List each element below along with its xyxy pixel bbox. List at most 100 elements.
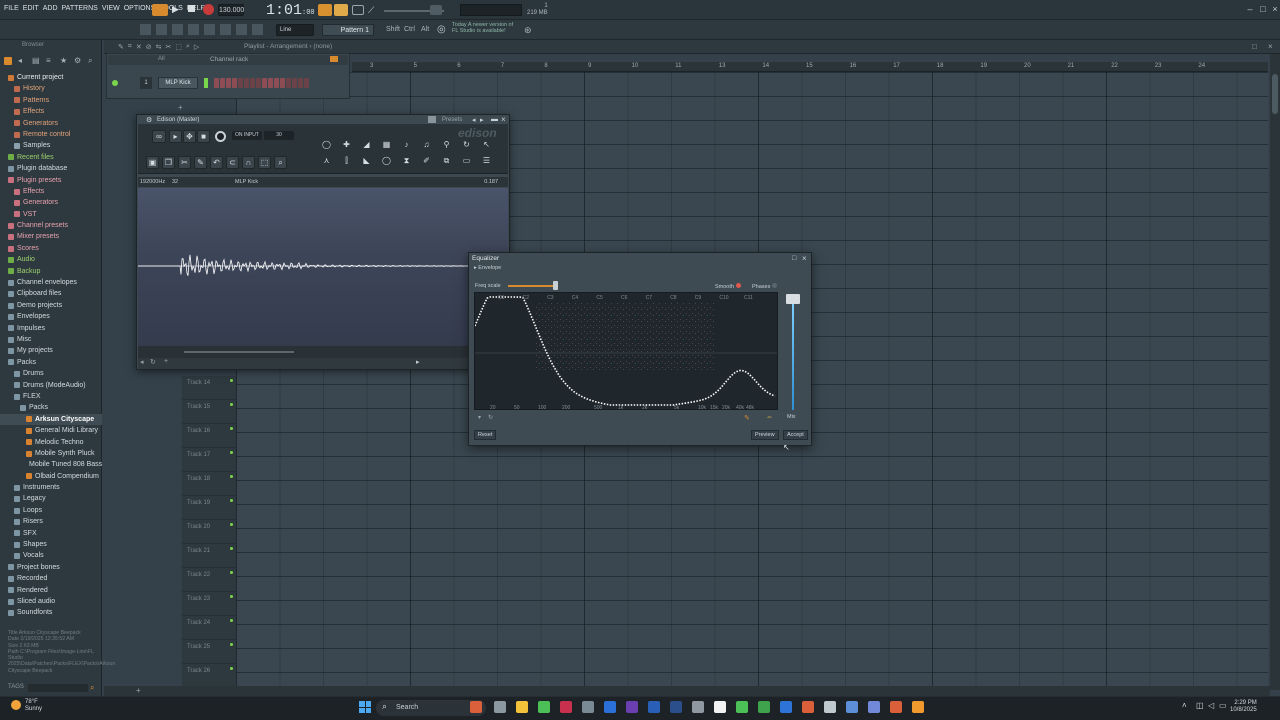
accept-button[interactable]: Accept: [783, 430, 808, 440]
browser-item[interactable]: Plugin presets: [0, 175, 102, 186]
step-button[interactable]: [244, 78, 249, 88]
select-all-icon[interactable]: ⬚: [258, 156, 271, 169]
browser-item[interactable]: Project bones: [0, 562, 102, 573]
step-button[interactable]: [298, 78, 303, 88]
drag-icon[interactable]: ⊂: [226, 156, 239, 169]
browser-settings-icon[interactable]: ⚙: [74, 57, 82, 65]
edison-loop-icon[interactable]: ∞: [152, 130, 166, 143]
zoom-tool-icon[interactable]: ⌕: [186, 43, 190, 51]
browser-item[interactable]: Mobile Synth Pluck: [0, 448, 102, 459]
tray-chevron-icon[interactable]: ˄: [1182, 701, 1187, 710]
browser-item[interactable]: Drums: [0, 368, 102, 379]
track-header[interactable]: Track 18: [182, 472, 236, 496]
tags-search-input[interactable]: [28, 684, 88, 692]
step-button[interactable]: [304, 78, 309, 88]
edison-loop-icon[interactable]: ◯: [380, 155, 393, 168]
scroll-right-icon[interactable]: ▸: [416, 358, 420, 366]
taskbar-clock[interactable]: 2:29 PM 10/8/2025: [1230, 700, 1257, 714]
edison-copy-icon[interactable]: ⧉: [440, 155, 453, 168]
browser-item[interactable]: FLEX: [0, 391, 102, 402]
edison-presets[interactable]: Presets: [442, 117, 462, 123]
weather-widget[interactable]: 78°F Sunny: [25, 699, 42, 713]
track-header[interactable]: Track 26: [182, 664, 236, 688]
edison-ramp-icon[interactable]: ◣: [360, 155, 373, 168]
track-mute-led[interactable]: [230, 451, 233, 454]
browser-item[interactable]: General Midi Library: [0, 425, 102, 436]
master-pitch-knob[interactable]: [430, 5, 442, 15]
track-mute-led[interactable]: [230, 523, 233, 526]
browser-item[interactable]: Rendered: [0, 585, 102, 596]
channel-select-indicator[interactable]: [204, 78, 208, 88]
draw-tool-icon[interactable]: ✎: [118, 43, 124, 51]
track-header[interactable]: Track 23: [182, 592, 236, 616]
wait-input-icon[interactable]: [334, 4, 348, 16]
browser-item[interactable]: Backup: [0, 266, 102, 277]
browser-item[interactable]: Soundfonts: [0, 607, 102, 618]
eq-draw-icon[interactable]: ✎: [744, 414, 750, 422]
record-icon[interactable]: [203, 4, 214, 15]
browser-item[interactable]: Patterns: [0, 95, 102, 106]
menu-file[interactable]: FILE: [4, 5, 19, 12]
tools-icon[interactable]: ✎: [194, 156, 207, 169]
edison-fork-icon[interactable]: ⋏: [320, 155, 333, 168]
start-icon[interactable]: [359, 701, 371, 713]
browser-item[interactable]: Packs: [0, 357, 102, 368]
capcut-icon[interactable]: [846, 701, 858, 713]
edison-eq-icon[interactable]: ♪: [400, 139, 413, 152]
delete-tool-icon[interactable]: ✕: [136, 43, 142, 51]
browser-item[interactable]: History: [0, 83, 102, 94]
browser-item[interactable]: SFX: [0, 528, 102, 539]
step-button[interactable]: [268, 78, 273, 88]
edison-overview[interactable]: [138, 346, 508, 358]
track-header[interactable]: Track 21: [182, 544, 236, 568]
browser-folder-icon[interactable]: ▤: [32, 57, 40, 65]
pattern-selector[interactable]: Pattern 1: [322, 24, 374, 36]
phases-toggle[interactable]: Phases: [752, 283, 777, 290]
menu-add[interactable]: ADD: [43, 5, 58, 12]
countdown-icon[interactable]: [352, 5, 364, 15]
minimize-icon[interactable]: –: [1244, 4, 1256, 14]
channel-mixer-track[interactable]: 1: [140, 77, 152, 89]
browser-item[interactable]: Remote control: [0, 129, 102, 140]
step-button[interactable]: [292, 78, 297, 88]
browser-item[interactable]: Mobile Tuned 808 Bass: [0, 459, 102, 470]
task-view-icon[interactable]: [494, 701, 506, 713]
freq-scale-slider[interactable]: [508, 285, 556, 287]
browser-back-icon[interactable]: ◂: [18, 57, 26, 65]
reset-button[interactable]: Reset: [474, 430, 497, 440]
menu-patterns[interactable]: PATTERNS: [62, 5, 98, 12]
add-track-icon[interactable]: +: [136, 686, 141, 695]
edison-minimize-icon[interactable]: ▬: [491, 116, 498, 123]
step-button[interactable]: [286, 78, 291, 88]
track-header[interactable]: Track 22: [182, 568, 236, 592]
browser-item[interactable]: Scores: [0, 243, 102, 254]
fl-studio-2-icon[interactable]: [912, 701, 924, 713]
metronome-icon[interactable]: [318, 4, 332, 16]
browser-item[interactable]: Risers: [0, 516, 102, 527]
edison-record-icon[interactable]: [215, 131, 226, 142]
edison-menu-icon[interactable]: [428, 116, 436, 123]
channel-rack-graph-icon[interactable]: [330, 56, 338, 62]
premiere-icon[interactable]: [626, 701, 638, 713]
menu-edit[interactable]: EDIT: [23, 5, 39, 12]
browser-item[interactable]: Generators: [0, 118, 102, 129]
playlist-close-icon[interactable]: ×: [1268, 42, 1273, 51]
vertical-scroll-thumb[interactable]: [1272, 74, 1278, 114]
edison-trim-icon[interactable]: ▭: [460, 155, 473, 168]
browser-item[interactable]: Drums (ModeAudio): [0, 380, 102, 391]
update-hint[interactable]: Today A newer version of FL Studio is av…: [452, 22, 513, 34]
edison-waveform-area[interactable]: [138, 188, 508, 346]
browser-item[interactable]: Samples: [0, 140, 102, 151]
paint-app-icon[interactable]: [470, 701, 482, 713]
track-mute-led[interactable]: [230, 595, 233, 598]
scroll-left-icon[interactable]: ◂: [140, 358, 144, 366]
track-mute-led[interactable]: [230, 403, 233, 406]
browser-star-icon[interactable]: ★: [60, 57, 68, 65]
step-button[interactable]: [220, 78, 225, 88]
step-button[interactable]: [226, 78, 231, 88]
browser-item[interactable]: Melodic Techno: [0, 437, 102, 448]
magnet-icon[interactable]: ∩: [242, 156, 255, 169]
mixer-view-icon[interactable]: [188, 24, 199, 35]
mix-slider-handle[interactable]: [786, 294, 800, 304]
eq-link-icon[interactable]: ⇔: [766, 414, 773, 421]
